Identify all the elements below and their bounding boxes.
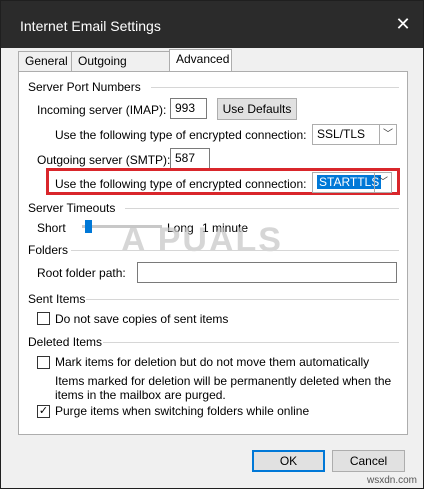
group-server-timeouts: Server Timeouts (28, 201, 116, 215)
group-divider (103, 342, 399, 343)
tab-advanced[interactable]: Advanced (169, 49, 232, 73)
no-copies-label: Do not save copies of sent items (55, 312, 229, 326)
checkmark-icon: ✓ (38, 405, 49, 417)
group-deleted-items: Deleted Items (28, 335, 103, 349)
chevron-down-icon: ﹀ (379, 125, 396, 144)
incoming-encryption-value: SSL/TLS (317, 127, 366, 141)
outgoing-port-input[interactable]: 587 (170, 148, 210, 169)
incoming-encryption-label: Use the following type of encrypted conn… (55, 128, 307, 142)
window-title: Internet Email Settings (20, 18, 161, 34)
no-copies-checkbox[interactable] (37, 312, 50, 325)
ok-button[interactable]: OK (252, 450, 325, 472)
incoming-server-label: Incoming server (IMAP): (37, 103, 167, 117)
group-folders: Folders (28, 243, 69, 257)
tab-outgoing-server[interactable]: Outgoing Server (71, 51, 170, 87)
cancel-button[interactable]: Cancel (332, 450, 405, 472)
group-server-ports: Server Port Numbers (28, 80, 141, 94)
watermark-logo: A PUALS (121, 221, 283, 259)
chevron-down-icon: ﹀ (374, 173, 391, 192)
incoming-encryption-select[interactable]: SSL/TLS ﹀ (312, 124, 397, 145)
deletion-note-line2: items in the mailbox are purged. (55, 388, 226, 402)
use-defaults-button[interactable]: Use Defaults (217, 98, 297, 120)
outgoing-server-label: Outgoing server (SMTP): (37, 153, 171, 167)
title-bar[interactable]: Internet Email Settings ✕ (1, 1, 423, 48)
purge-items-label: Purge items when switching folders while… (55, 404, 310, 418)
outgoing-encryption-select[interactable]: STARTTLS ﹀ (312, 172, 392, 193)
deletion-note-line1: Items marked for deletion will be perman… (55, 374, 392, 388)
site-watermark: wsxdn.com (366, 475, 417, 486)
close-icon[interactable]: ✕ (393, 14, 413, 34)
group-divider (151, 87, 399, 88)
root-folder-label: Root folder path: (37, 266, 126, 280)
mark-deletion-label: Mark items for deletion but do not move … (55, 355, 370, 369)
tab-general[interactable]: General (18, 51, 72, 72)
outgoing-encryption-value: STARTTLS (317, 175, 382, 189)
group-divider (71, 250, 399, 251)
timeout-short-label: Short (37, 221, 66, 235)
timeout-slider-thumb[interactable] (85, 220, 92, 233)
group-sent-items: Sent Items (28, 292, 86, 306)
outgoing-encryption-label: Use the following type of encrypted conn… (55, 177, 307, 191)
dialog-window: Internet Email Settings ✕ General Outgoi… (0, 0, 424, 489)
incoming-port-input[interactable]: 993 (170, 98, 207, 119)
group-divider (125, 208, 399, 209)
group-divider (86, 299, 399, 300)
mark-deletion-checkbox[interactable] (37, 356, 50, 369)
purge-items-checkbox[interactable]: ✓ (37, 405, 50, 418)
root-folder-input[interactable] (137, 262, 397, 283)
